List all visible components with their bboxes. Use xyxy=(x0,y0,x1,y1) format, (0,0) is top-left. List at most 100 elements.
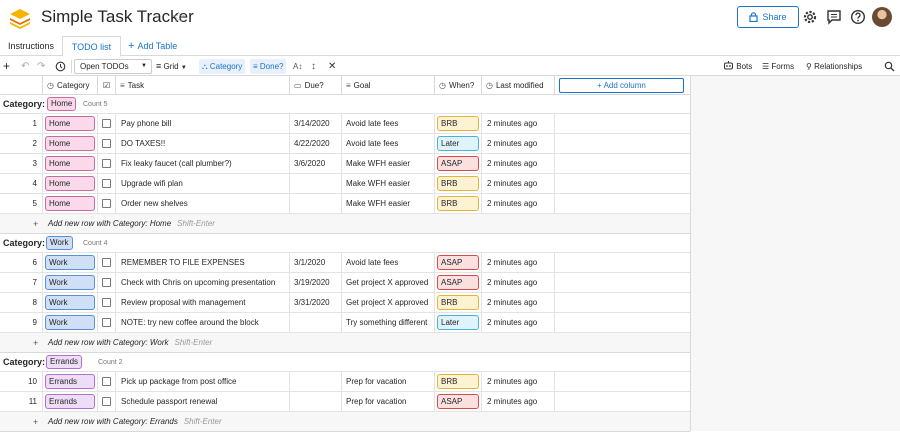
due-cell[interactable] xyxy=(290,313,342,333)
goal-cell[interactable]: Try something different xyxy=(342,313,435,333)
when-cell[interactable]: ASAP xyxy=(435,154,482,174)
done-cell[interactable] xyxy=(98,392,116,412)
due-cell[interactable] xyxy=(290,372,342,392)
column-header-goal[interactable]: ≡ Goal xyxy=(342,76,435,95)
when-cell[interactable]: BRB xyxy=(435,194,482,214)
search-icon[interactable] xyxy=(884,61,895,72)
when-cell[interactable]: ASAP xyxy=(435,273,482,293)
due-cell[interactable] xyxy=(290,174,342,194)
column-header-when[interactable]: ◷ When? xyxy=(435,76,482,95)
category-cell[interactable]: Errands xyxy=(43,372,98,392)
tab-instructions[interactable]: Instructions xyxy=(0,36,62,56)
done-cell[interactable] xyxy=(98,154,116,174)
when-cell[interactable]: BRB xyxy=(435,114,482,134)
category-cell[interactable]: Errands xyxy=(43,392,98,412)
history-icon[interactable] xyxy=(55,61,66,72)
row-height-icon[interactable]: ↕ xyxy=(311,57,316,76)
group-by-chip[interactable]: ⛬ Category xyxy=(199,59,246,74)
table-row[interactable]: 6 Work REMEMBER TO FILE EXPENSES 3/1/2020 Av… xyxy=(0,253,690,273)
due-cell[interactable] xyxy=(290,392,342,412)
column-header-due[interactable]: ▭ Due? xyxy=(290,76,342,95)
goal-cell[interactable]: Prep for vacation xyxy=(342,372,435,392)
when-cell[interactable]: Later xyxy=(435,134,482,154)
due-cell[interactable]: 3/6/2020 xyxy=(290,154,342,174)
goal-cell[interactable]: Avoid late fees xyxy=(342,114,435,134)
goal-cell[interactable]: Make WFH easier xyxy=(342,154,435,174)
group-tag[interactable]: Errands xyxy=(46,355,83,369)
done-checkbox[interactable] xyxy=(102,258,111,267)
done-checkbox[interactable] xyxy=(102,179,111,188)
due-cell[interactable]: 3/1/2020 xyxy=(290,253,342,273)
forms-button[interactable]: ☰ Forms xyxy=(762,57,794,76)
star-icon[interactable]: ☆ xyxy=(172,8,185,26)
when-cell[interactable]: BRB xyxy=(435,372,482,392)
category-cell[interactable]: Home xyxy=(43,114,98,134)
due-cell[interactable]: 3/14/2020 xyxy=(290,114,342,134)
task-cell[interactable]: Upgrade wifi plan xyxy=(116,174,290,194)
done-cell[interactable] xyxy=(98,174,116,194)
table-row[interactable]: 10 Errands Pick up package from post offic… xyxy=(0,372,690,392)
add-row[interactable]: + Add new row with Category: Errands Shift… xyxy=(0,412,690,432)
table-row[interactable]: 2 Home DO TAXES!! 4/22/2020 Avoid late fees L… xyxy=(0,134,690,154)
add-row[interactable]: + Add new row with Category: Home Shift-En… xyxy=(0,214,690,234)
task-cell[interactable]: NOTE: try new coffee around the block xyxy=(116,313,290,333)
undo-icon[interactable]: ↶ xyxy=(21,57,29,76)
add-row-label[interactable]: Add new row with Category: Errands Shift-… xyxy=(48,412,222,432)
done-cell[interactable] xyxy=(98,253,116,273)
view-selector[interactable]: Open TODOs ▼ xyxy=(74,59,152,74)
sort-icon[interactable]: A↕ xyxy=(293,57,302,76)
done-checkbox[interactable] xyxy=(102,377,111,386)
category-cell[interactable]: Work xyxy=(43,273,98,293)
goal-cell[interactable]: Make WFH easier xyxy=(342,174,435,194)
done-cell[interactable] xyxy=(98,293,116,313)
when-cell[interactable]: BRB xyxy=(435,174,482,194)
bots-button[interactable]: Bots xyxy=(723,57,752,76)
done-checkbox[interactable] xyxy=(102,119,111,128)
category-cell[interactable]: Work xyxy=(43,293,98,313)
done-checkbox[interactable] xyxy=(102,318,111,327)
when-cell[interactable]: Later xyxy=(435,313,482,333)
column-header-category[interactable]: ◷ Category xyxy=(43,76,98,95)
column-header-task[interactable]: ≡ Task xyxy=(116,76,290,95)
due-cell[interactable]: 3/19/2020 xyxy=(290,273,342,293)
due-cell[interactable]: 3/31/2020 xyxy=(290,293,342,313)
table-row[interactable]: 8 Work Review proposal with management 3/31… xyxy=(0,293,690,313)
done-cell[interactable] xyxy=(98,134,116,154)
avatar[interactable] xyxy=(872,7,892,27)
redo-icon[interactable]: ↷ xyxy=(37,57,45,76)
group-tag[interactable]: Work xyxy=(46,236,73,250)
done-cell[interactable] xyxy=(98,372,116,392)
category-cell[interactable]: Home xyxy=(43,154,98,174)
category-cell[interactable]: Home xyxy=(43,194,98,214)
task-cell[interactable]: Fix leaky faucet (call plumber?) xyxy=(116,154,290,174)
table-row[interactable]: 5 Home Order new shelves Make WFH easier BRB… xyxy=(0,194,690,214)
goal-cell[interactable]: Make WFH easier xyxy=(342,194,435,214)
table-row[interactable]: 7 Work Check with Chris on upcoming presen… xyxy=(0,273,690,293)
relationships-button[interactable]: ⚲ Relationships xyxy=(806,57,862,76)
tab-todo-list[interactable]: TODO list xyxy=(62,36,121,57)
gear-icon[interactable] xyxy=(802,9,818,25)
done-checkbox[interactable] xyxy=(102,139,111,148)
done-checkbox[interactable] xyxy=(102,159,111,168)
add-row[interactable]: + Add new row with Category: Work Shift-En… xyxy=(0,333,690,353)
category-cell[interactable]: Work xyxy=(43,313,98,333)
table-row[interactable]: 4 Home Upgrade wifi plan Make WFH easier BRB… xyxy=(0,174,690,194)
table-row[interactable]: 11 Errands Schedule passport renewal Prep f… xyxy=(0,392,690,412)
grid-view-button[interactable]: ≡ Grid ▼ xyxy=(156,57,187,76)
column-header-last-modified[interactable]: ◷ Last modified xyxy=(482,76,555,95)
done-cell[interactable] xyxy=(98,313,116,333)
category-cell[interactable]: Home xyxy=(43,134,98,154)
when-cell[interactable]: ASAP xyxy=(435,392,482,412)
doc-title[interactable]: Simple Task Tracker xyxy=(41,7,194,27)
done-cell[interactable] xyxy=(98,273,116,293)
when-cell[interactable]: ASAP xyxy=(435,253,482,273)
done-checkbox[interactable] xyxy=(102,199,111,208)
done-checkbox[interactable] xyxy=(102,278,111,287)
share-button[interactable]: Share xyxy=(737,6,799,28)
group-tag[interactable]: Home xyxy=(47,97,77,111)
goal-cell[interactable]: Avoid late fees xyxy=(342,253,435,273)
add-column-button[interactable]: + Add column xyxy=(559,78,684,93)
table-row[interactable]: 9 Work NOTE: try new coffee around the blo… xyxy=(0,313,690,333)
done-cell[interactable] xyxy=(98,114,116,134)
goal-cell[interactable]: Prep for vacation xyxy=(342,392,435,412)
